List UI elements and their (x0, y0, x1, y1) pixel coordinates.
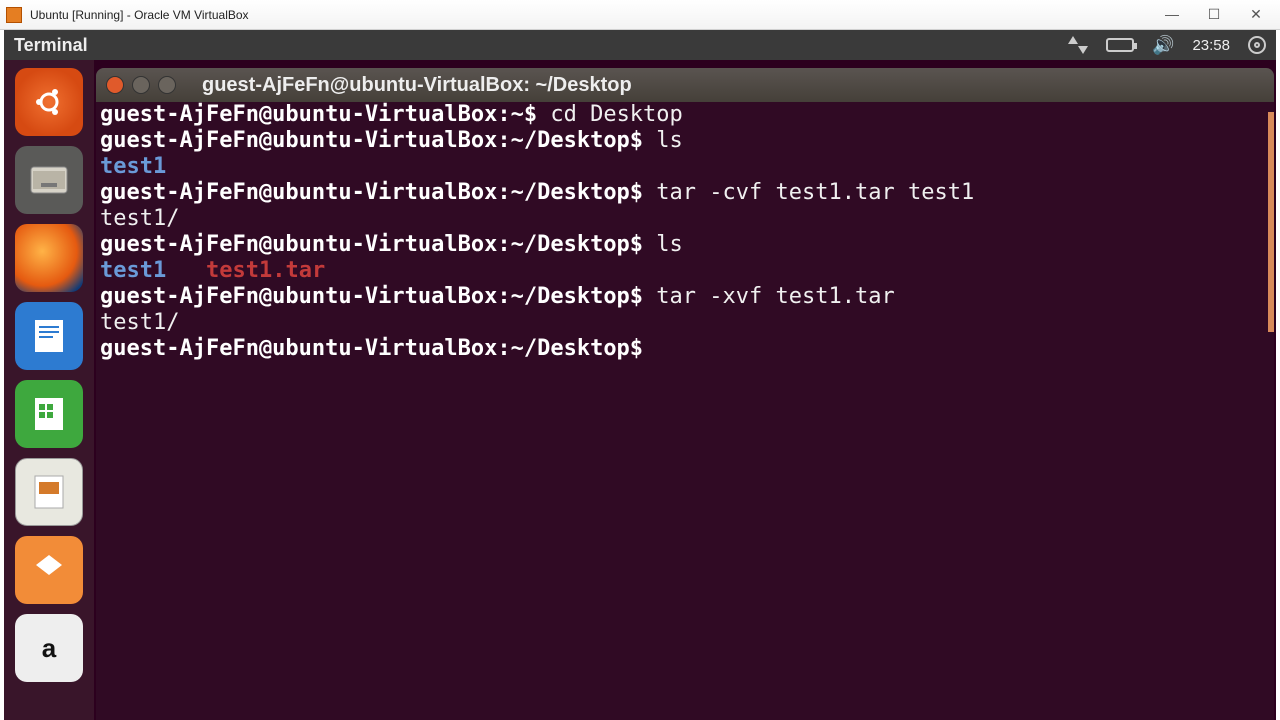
terminal-body[interactable]: guest-AjFeFn@ubuntu-VirtualBox:~$ cd Des… (96, 102, 1274, 720)
terminal-title: guest-AjFeFn@ubuntu-VirtualBox: ~/Deskto… (202, 74, 632, 97)
terminal-titlebar[interactable]: guest-AjFeFn@ubuntu-VirtualBox: ~/Deskto… (96, 68, 1274, 102)
launcher-calc-icon[interactable] (15, 380, 83, 448)
tar-output: test1/ (100, 206, 179, 231)
volume-icon[interactable]: 🔊 (1152, 35, 1174, 56)
gap (166, 258, 206, 283)
clock[interactable]: 23:58 (1192, 37, 1230, 54)
command-ls: ls (643, 232, 683, 257)
command-tar-extract: tar -xvf test1.tar (643, 284, 895, 309)
window-minimize-button[interactable]: — (1160, 6, 1184, 23)
menubar-app-name[interactable]: Terminal (14, 35, 88, 56)
settings-gear-icon[interactable] (1248, 36, 1266, 54)
window-maximize-button[interactable]: ☐ (1202, 6, 1226, 23)
ls-output-tarfile: test1.tar (206, 258, 325, 283)
prompt: guest-AjFeFn@ubuntu-VirtualBox:~/Desktop… (100, 180, 643, 205)
ls-output-dir: test1 (100, 154, 166, 179)
terminal-window: guest-AjFeFn@ubuntu-VirtualBox: ~/Deskto… (96, 68, 1274, 720)
terminal-maximize-button[interactable] (158, 76, 176, 94)
command-tar-create: tar -cvf test1.tar test1 (643, 180, 974, 205)
network-icon[interactable] (1068, 36, 1088, 54)
ls-output-dir: test1 (100, 258, 166, 283)
command-empty (643, 336, 656, 361)
launcher-impress-icon[interactable] (15, 458, 83, 526)
launcher-software-icon[interactable] (15, 536, 83, 604)
prompt: guest-AjFeFn@ubuntu-VirtualBox:~/Desktop… (100, 128, 643, 153)
window-close-button[interactable]: ✕ (1244, 6, 1268, 23)
virtualbox-icon (6, 7, 22, 23)
terminal-minimize-button[interactable] (132, 76, 150, 94)
launcher-firefox-icon[interactable] (15, 224, 83, 292)
command-ls: ls (643, 128, 683, 153)
prompt: guest-AjFeFn@ubuntu-VirtualBox:~$ (100, 102, 537, 127)
terminal-close-button[interactable] (106, 76, 124, 94)
virtualbox-title: Ubuntu [Running] - Oracle VM VirtualBox (30, 8, 249, 22)
battery-icon[interactable] (1106, 38, 1134, 52)
prompt: guest-AjFeFn@ubuntu-VirtualBox:~/Desktop… (100, 284, 643, 309)
virtualbox-titlebar: Ubuntu [Running] - Oracle VM VirtualBox … (0, 0, 1280, 30)
tar-output: test1/ (100, 310, 179, 335)
prompt: guest-AjFeFn@ubuntu-VirtualBox:~/Desktop… (100, 336, 643, 361)
launcher-amazon-icon[interactable]: a (15, 614, 83, 682)
launcher-files-icon[interactable] (15, 146, 83, 214)
command-cd: cd Desktop (537, 102, 683, 127)
prompt: guest-AjFeFn@ubuntu-VirtualBox:~/Desktop… (100, 232, 643, 257)
launcher-dash-icon[interactable] (15, 68, 83, 136)
terminal-scrollbar[interactable] (1268, 112, 1274, 332)
ubuntu-menubar[interactable]: Terminal 🔊 23:58 (4, 30, 1276, 60)
ubuntu-screen: Terminal 🔊 23:58 a (4, 30, 1276, 720)
launcher-writer-icon[interactable] (15, 302, 83, 370)
unity-launcher: a (4, 60, 94, 720)
